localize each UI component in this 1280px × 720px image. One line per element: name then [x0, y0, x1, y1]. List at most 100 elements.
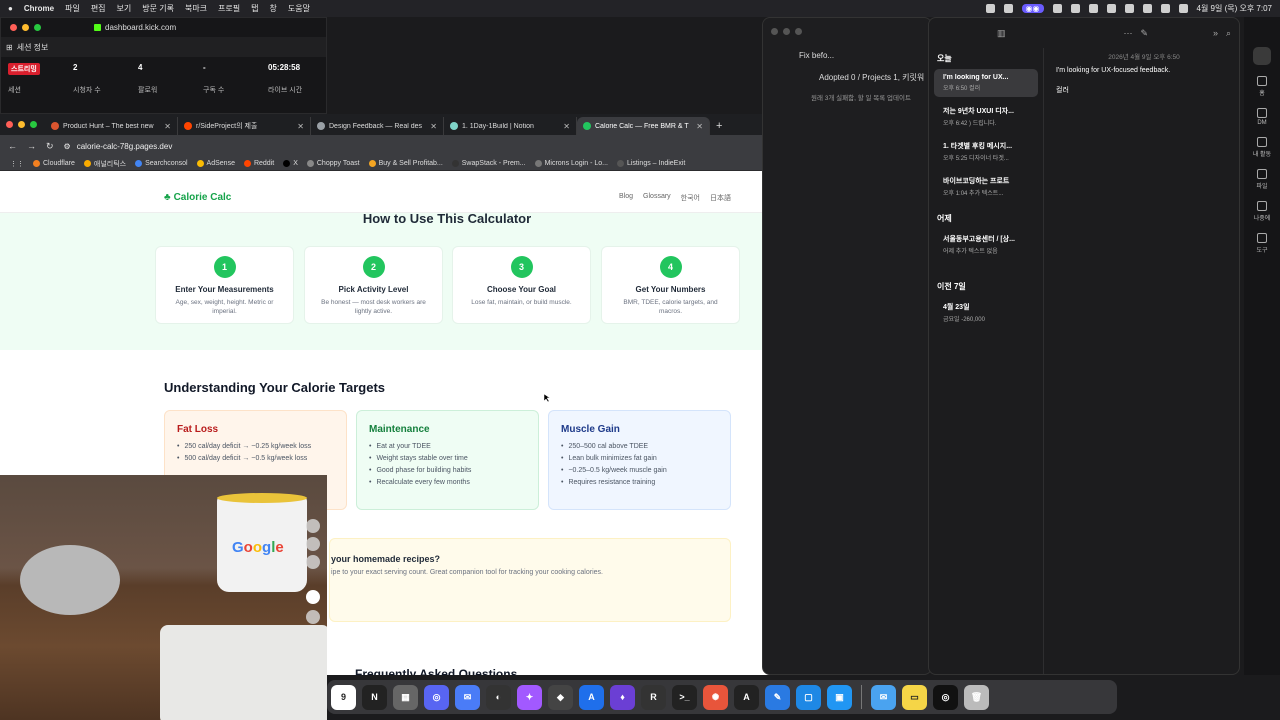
menu-profile[interactable]: 프로필 — [218, 3, 240, 14]
note-item[interactable]: 바이브코딩하는 프로트 오후 1:04 추가 텍스트... — [934, 171, 1038, 202]
dock-app-icon[interactable]: ✉ — [871, 684, 896, 710]
menu-file[interactable]: 파일 — [65, 3, 80, 14]
dock-trash-icon[interactable]: 🗑 — [964, 684, 989, 710]
menu-history[interactable]: 방문 기록 — [142, 3, 174, 14]
note-editor[interactable]: 2026년 4월 9일 오후 6:50 I'm looking for UX-f… — [1049, 48, 1239, 95]
menu-edit[interactable]: 편집 — [91, 3, 106, 14]
dock-app-icon[interactable]: ◆ — [548, 684, 573, 710]
dock-app-icon[interactable]: ▭ — [902, 684, 927, 710]
note-item[interactable]: 1. 타겟별 후킹 메시지... 오후 5:25 디자이너 타겟... — [934, 136, 1038, 167]
address-bar[interactable]: ⚙ calorie-calc-78g.pages.dev — [64, 138, 779, 154]
dock-app-icon[interactable]: ✦ — [517, 684, 542, 710]
close-tab-icon[interactable]: ✕ — [696, 122, 703, 131]
close-window-button[interactable] — [771, 28, 778, 35]
wifi-icon[interactable] — [1142, 4, 1152, 13]
note-item[interactable]: I'm looking for UX... 오후 6:50 컬러 — [934, 69, 1038, 97]
dock-app-icon[interactable]: 9 — [331, 684, 356, 710]
dock-app-icon[interactable]: ✉ — [455, 684, 480, 710]
sidebar-item[interactable]: 도구 — [1244, 233, 1280, 254]
input-source-icon[interactable]: ◉◉ — [1021, 4, 1044, 13]
dock-app-icon[interactable]: ▦ — [393, 684, 418, 710]
reload-icon[interactable]: ↻ — [46, 141, 54, 152]
site-info-icon[interactable]: ⚙ — [64, 142, 71, 151]
dock-app-icon[interactable]: >_ — [672, 684, 697, 710]
menu-bookmarks[interactable]: 북마크 — [185, 3, 207, 14]
bookmark-item[interactable]: Cloudflare — [33, 160, 75, 167]
dock-app-icon[interactable]: ◎ — [933, 684, 958, 710]
tab-1[interactable]: r/SideProject의 제출 ✕ — [178, 117, 311, 135]
site-logo[interactable]: ♣ Calorie Calc — [164, 192, 231, 203]
dock-app-icon[interactable]: ✺ — [703, 684, 728, 710]
apps-grid-icon[interactable]: ⋮⋮ — [10, 160, 24, 168]
minimize-window-button[interactable] — [18, 121, 25, 128]
menubar-clock[interactable]: 4월 9일 (목) 오후 7:07 — [1197, 3, 1273, 14]
status-icon[interactable] — [1088, 4, 1098, 13]
bookmark-item[interactable]: Searchconsol — [135, 160, 188, 167]
more-icon[interactable]: ⋯ — [1124, 28, 1133, 39]
zoom-window-button[interactable] — [795, 28, 802, 35]
camera-control[interactable] — [306, 537, 320, 551]
recipes-banner[interactable]: your homemade recipes? ipe to your exact… — [329, 538, 731, 622]
status-icon[interactable] — [1003, 4, 1013, 13]
note-item[interactable]: 4월 23일 금요일 -260,000 — [934, 297, 1038, 328]
status-icon[interactable] — [1052, 4, 1062, 13]
menu-window[interactable]: 창 — [270, 3, 277, 14]
close-window-button[interactable] — [6, 121, 13, 128]
menu-app-name[interactable]: Chrome — [24, 4, 54, 13]
dock-app-icon[interactable]: ♦ — [610, 684, 635, 710]
dock-app-icon[interactable]: N — [362, 684, 387, 710]
search-icon[interactable] — [1160, 4, 1170, 13]
minimize-window-button[interactable] — [783, 28, 790, 35]
note-item[interactable]: 저는 9년차 UXUI 디자... 오후 6:42 ) 드립니다. — [934, 101, 1038, 132]
dock-app-icon[interactable]: A — [734, 684, 759, 710]
tab-3[interactable]: 1. 1Day-1Build | Notion ✕ — [444, 117, 577, 135]
dock-app-icon[interactable]: ◎ — [424, 684, 449, 710]
search-icon[interactable]: ⌕ — [1226, 28, 1231, 39]
apple-icon[interactable]: ● — [8, 4, 13, 13]
status-icon[interactable] — [1124, 4, 1134, 13]
zoom-window-button[interactable] — [34, 24, 41, 31]
camera-control[interactable] — [306, 519, 320, 533]
nav-glossary[interactable]: Glossary — [643, 193, 671, 203]
bookmark-item[interactable]: 애널리틱스 — [83, 159, 126, 169]
tab-0[interactable]: Product Hunt – The best new ✕ — [45, 117, 178, 135]
note-body[interactable]: I'm looking for UX-focused feedback. — [1056, 67, 1239, 74]
camera-control[interactable] — [306, 590, 320, 604]
control-center-icon[interactable] — [1178, 4, 1188, 13]
sidebar-item[interactable]: 홈 — [1244, 76, 1280, 97]
bookmark-item[interactable]: Listings – IndieExit — [616, 160, 685, 167]
close-tab-icon[interactable]: ✕ — [563, 122, 570, 131]
status-icon[interactable] — [1070, 4, 1080, 13]
bookmark-item[interactable]: Microns Login - Lo... — [534, 160, 608, 167]
note-body[interactable]: 컬러 — [1056, 85, 1239, 95]
close-tab-icon[interactable]: ✕ — [430, 122, 437, 131]
sidebar-item[interactable]: 나중에 — [1244, 201, 1280, 222]
sidebar-item[interactable]: 파일 — [1244, 169, 1280, 190]
bookmark-item[interactable]: Choppy Toast — [306, 160, 360, 167]
bookmark-item[interactable]: Buy & Sell Profitab... — [368, 160, 443, 167]
camera-control[interactable] — [306, 555, 320, 569]
close-window-button[interactable] — [10, 24, 17, 31]
nav-korean[interactable]: 한국어 — [681, 193, 700, 203]
bookmark-item[interactable]: AdSense — [196, 160, 235, 167]
nav-blog[interactable]: Blog — [619, 193, 633, 203]
expand-icon[interactable]: » — [1213, 28, 1218, 38]
note-item[interactable]: 서울동부고용센터 / [상... 어제 추가 텍스트 없음 — [934, 229, 1038, 260]
close-tab-icon[interactable]: ✕ — [164, 122, 171, 131]
dock-app-icon[interactable]: ▣ — [827, 684, 852, 710]
camera-control[interactable] — [306, 610, 320, 624]
bookmark-item[interactable]: Reddit — [243, 160, 274, 167]
menu-tab[interactable]: 탭 — [251, 3, 258, 14]
back-icon[interactable]: ← — [8, 141, 17, 151]
menu-help[interactable]: 도움말 — [288, 3, 310, 14]
tab-4[interactable]: Calorie Calc — Free BMR & T ✕ — [577, 117, 710, 135]
menu-view[interactable]: 보기 — [117, 3, 132, 14]
close-tab-icon[interactable]: ✕ — [297, 122, 304, 131]
zoom-window-button[interactable] — [30, 121, 37, 128]
status-icon[interactable] — [1106, 4, 1116, 13]
new-tab-button[interactable]: + — [716, 117, 722, 135]
compose-icon[interactable]: ✎ — [1141, 28, 1149, 39]
sidebar-item[interactable]: 내 활동 — [1244, 137, 1280, 158]
dock-app-icon[interactable]: ◐ — [486, 684, 511, 710]
workspace-icon[interactable] — [1253, 47, 1271, 65]
